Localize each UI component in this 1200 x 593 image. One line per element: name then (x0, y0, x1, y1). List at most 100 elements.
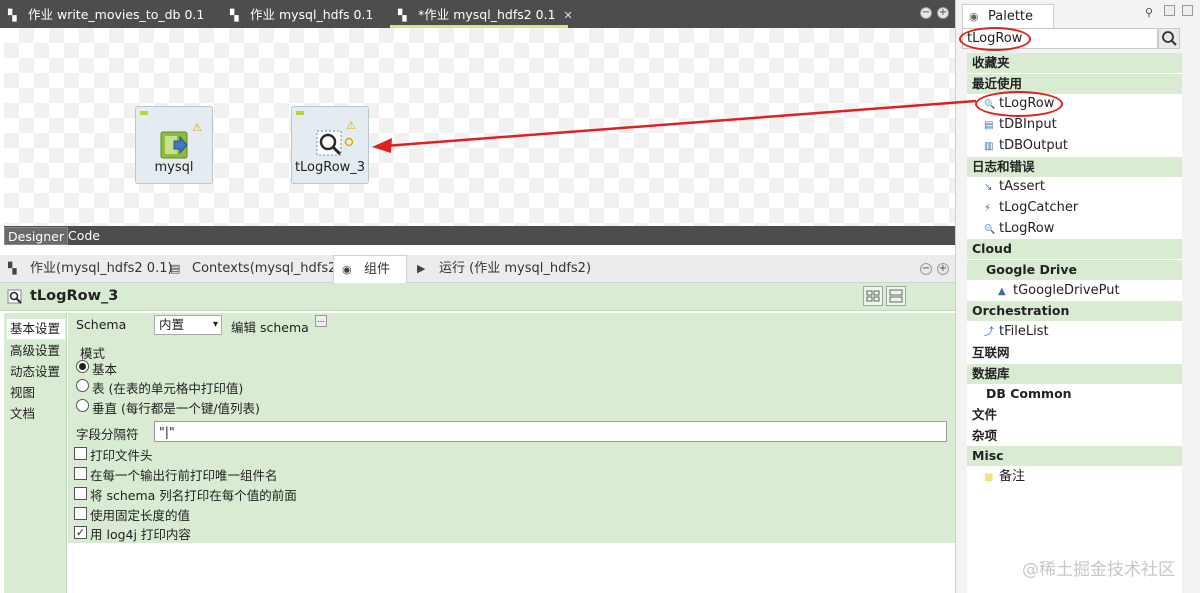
db-input-icon: ▤ (984, 120, 994, 131)
palette-category[interactable]: Google Drive (967, 260, 1182, 280)
search-button[interactable] (1158, 28, 1180, 49)
maximize-icon[interactable]: + (937, 7, 949, 19)
editor-tab-label: *作业 mysql_hdfs2 0.1 (418, 7, 556, 22)
filter-icon[interactable]: ⚲ (1145, 6, 1153, 19)
table-view-icon[interactable] (863, 286, 883, 306)
run-icon: ▶ (417, 262, 426, 275)
editor-tab-mysql-hdfs2[interactable]: ▚ *作业 mysql_hdfs2 0.1 ✕ (390, 4, 573, 28)
search-icon (1162, 31, 1177, 46)
editor-tab-mysql-hdfs[interactable]: ▚ 作业 mysql_hdfs 0.1 (222, 4, 373, 28)
print-header-label: 打印文件头 (90, 448, 153, 463)
minimize-icon[interactable]: − (920, 263, 932, 275)
maximize-icon[interactable]: + (937, 263, 949, 275)
panel-tab-bar: ▚ 作业(mysql_hdfs2 0.1) ▤ Contexts(mysql_hdf… (0, 255, 955, 283)
palette-item[interactable]: 🔍 tLogRow (984, 219, 1054, 239)
mode-basic-radio[interactable] (76, 360, 89, 373)
minimize-icon[interactable] (1164, 5, 1175, 16)
edit-schema-button[interactable]: … (315, 315, 327, 327)
editor-tab-bar: ▚ 作业 write_movies_to_db 0.1 ▚ 作业 mysql_hdf… (0, 0, 955, 28)
logrow-icon (7, 289, 22, 304)
status-indicator (296, 111, 304, 115)
separator-input[interactable]: "|" (154, 421, 947, 442)
tab-run[interactable]: ▶ 运行 (作业 mysql_hdfs2) (417, 255, 591, 283)
mode-table-label: 表 (在表的单元格中打印值) (92, 381, 244, 396)
palette-category[interactable]: 数据库 (967, 364, 1182, 384)
palette-item[interactable]: ■ 备注 (984, 467, 1025, 487)
palette-category[interactable]: 日志和错误 (967, 157, 1182, 177)
warning-icon: ⚠ (192, 121, 202, 134)
component-tlogrow3[interactable]: ⚠ tLogRow_3 (291, 106, 369, 184)
fixed-length-checkbox[interactable] (74, 507, 87, 520)
tab-contexts[interactable]: ▤ Contexts(mysql_hdfs2) (170, 255, 341, 283)
palette-item[interactable]: ⚡ tLogCatcher (984, 198, 1078, 218)
palette-category[interactable]: 互联网 (967, 343, 1182, 363)
maximize-icon[interactable] (1182, 5, 1193, 16)
palette-item[interactable]: ↘ tAssert (984, 177, 1045, 197)
schema-select-value: 内置 (159, 317, 185, 332)
minimize-icon[interactable]: − (920, 7, 932, 19)
job-icon: ▚ (8, 262, 17, 275)
editor-tab-write-movies[interactable]: ▚ 作业 write_movies_to_db 0.1 (0, 4, 204, 28)
palette-category[interactable]: Misc (967, 446, 1182, 466)
note-icon: ■ (984, 472, 994, 483)
nav-basic-settings[interactable]: 基本设置 (7, 319, 65, 339)
tab-component[interactable]: ◉ 组件 (333, 255, 407, 283)
fixed-length-label: 使用固定长度的值 (90, 508, 191, 523)
print-header-checkbox[interactable] (74, 447, 87, 460)
palette-item-label: tFileList (999, 324, 1049, 339)
tab-designer[interactable]: Designer (4, 227, 68, 245)
palette-icon: ◉ (969, 10, 979, 23)
tab-code[interactable]: Code (65, 227, 103, 245)
palette-item[interactable]: ⤴ tFileList (984, 322, 1049, 342)
palette-item[interactable]: ▥ tDBOutput (984, 136, 1068, 156)
nav-advanced-settings[interactable]: 高级设置 (7, 341, 65, 361)
component-icon: ◉ (342, 263, 352, 276)
palette-category[interactable]: Cloud (967, 239, 1182, 259)
nav-view[interactable]: 视图 (7, 383, 65, 403)
form-view-icon[interactable] (886, 286, 906, 306)
job-icon: ▚ (230, 9, 239, 22)
print-column-names-checkbox[interactable] (74, 487, 87, 500)
log4j-checkbox[interactable]: ✓ (74, 526, 87, 539)
tab-label: 运行 (作业 mysql_hdfs2) (439, 261, 592, 276)
palette-item-label: tAssert (999, 179, 1045, 194)
tab-job[interactable]: ▚ 作业(mysql_hdfs2 0.1) (8, 255, 173, 283)
palette-category[interactable]: 最近使用 (967, 74, 1182, 94)
contexts-icon: ▤ (170, 262, 181, 275)
designer-canvas[interactable]: ⚠ mysql ⚠ tLogRow_3 (4, 28, 955, 226)
palette-item-label: tDBOutput (999, 138, 1068, 153)
mysql-db-icon (160, 131, 188, 159)
annotation-circle (975, 91, 1063, 117)
palette-category[interactable]: 收藏夹 (967, 53, 1182, 73)
mode-basic-label: 基本 (92, 362, 118, 377)
logrow-icon (316, 130, 354, 156)
logrow-icon: 🔍 (984, 225, 996, 235)
designer-code-bar: Designer Code (4, 226, 955, 245)
palette-item[interactable]: ▲ tGoogleDrivePut (998, 281, 1120, 301)
palette-item-label: tGoogleDrivePut (1013, 283, 1120, 298)
palette-item-label: tLogRow (999, 221, 1055, 236)
print-component-name-label: 在每一个输出行前打印唯一组件名 (90, 468, 278, 483)
palette-item-label: 备注 (999, 469, 1026, 484)
logcatcher-icon: ⚡ (984, 203, 992, 214)
mode-table-radio[interactable] (76, 379, 89, 392)
schema-label: Schema (76, 317, 127, 332)
nav-dynamic-settings[interactable]: 动态设置 (7, 362, 65, 382)
palette-category[interactable]: 文件 (967, 405, 1182, 425)
palette-category[interactable]: Orchestration (967, 301, 1182, 321)
settings-empty-area (68, 543, 955, 593)
palette-category[interactable]: 杂项 (967, 426, 1182, 446)
palette-tab[interactable]: ◉ Palette (962, 4, 1054, 28)
mode-vertical-radio[interactable] (76, 399, 89, 412)
basic-settings-form: Schema 内置 ▾ 编辑 schema … 模式 基本 表 (在表的单元格中打… (68, 313, 955, 543)
component-header: tLogRow_3 (0, 283, 955, 311)
schema-select[interactable]: 内置 ▾ (154, 315, 222, 335)
print-component-name-checkbox[interactable] (74, 467, 87, 480)
component-mysql[interactable]: ⚠ mysql (135, 106, 213, 184)
annotation-circle (959, 27, 1031, 51)
palette-item[interactable]: ▤ tDBInput (984, 115, 1057, 135)
palette-category[interactable]: DB Common (967, 384, 1182, 404)
component-label: mysql (154, 160, 194, 175)
nav-documentation[interactable]: 文档 (7, 404, 65, 424)
close-icon[interactable]: ✕ (564, 9, 573, 22)
